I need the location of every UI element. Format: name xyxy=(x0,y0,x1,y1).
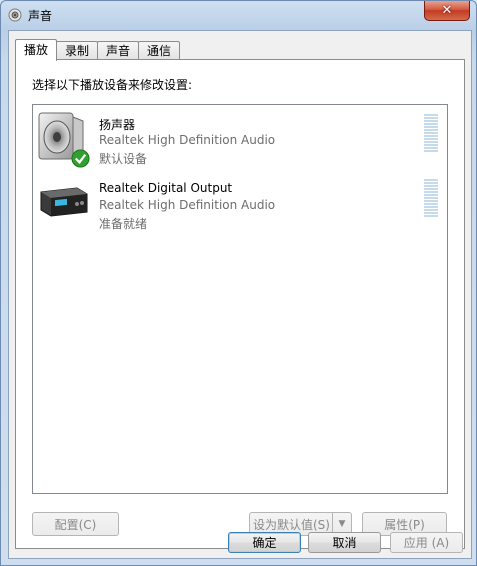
configure-button[interactable]: 配置(C) xyxy=(32,512,119,536)
tab-playback[interactable]: 播放 xyxy=(15,39,58,61)
window-title: 声音 xyxy=(28,9,53,23)
close-button[interactable]: ✕ xyxy=(424,1,470,21)
device-status: 默认设备 xyxy=(99,152,148,166)
sound-app-icon xyxy=(8,8,22,22)
volume-meter xyxy=(424,114,438,154)
sound-dialog: 声音 ✕ 播放 录制 声音 通信 选择以下播放设备来修改设置: 扬声器 Real… xyxy=(0,0,477,566)
device-list[interactable]: 扬声器 Realtek High Definition Audio 默认设备 R… xyxy=(32,104,448,494)
tab-strip: 播放 录制 声音 通信 xyxy=(15,38,181,61)
tab-communications[interactable]: 通信 xyxy=(138,41,181,60)
device-name: Realtek Digital Output xyxy=(99,181,233,195)
device-name: 扬声器 xyxy=(99,118,136,132)
device-item-digital-output[interactable]: Realtek Digital Output Realtek High Defi… xyxy=(33,174,447,238)
device-driver: Realtek High Definition Audio xyxy=(99,133,276,147)
cancel-button[interactable]: 取消 xyxy=(308,532,381,553)
default-checkmark-icon xyxy=(71,149,90,168)
set-default-label: 设为默认值(S) xyxy=(253,517,330,532)
device-item-speakers[interactable]: 扬声器 Realtek High Definition Audio 默认设备 xyxy=(33,109,447,173)
close-icon: ✕ xyxy=(441,3,453,18)
device-driver: Realtek High Definition Audio xyxy=(99,198,276,212)
instruction-label: 选择以下播放设备来修改设置: xyxy=(32,78,193,92)
ok-button[interactable]: 确定 xyxy=(228,532,301,553)
volume-meter xyxy=(424,179,438,219)
tab-sounds[interactable]: 声音 xyxy=(97,41,140,60)
apply-button[interactable]: 应用 (A) xyxy=(390,532,463,553)
dialog-body: 播放 录制 声音 通信 选择以下播放设备来修改设置: 扬声器 Realtek H… xyxy=(8,30,472,559)
tab-recording[interactable]: 录制 xyxy=(56,41,99,60)
title-bar[interactable]: 声音 ✕ xyxy=(1,1,476,29)
digital-output-icon xyxy=(40,187,88,217)
device-status: 准备就绪 xyxy=(99,217,148,231)
playback-panel: 选择以下播放设备来修改设置: 扬声器 Realtek High Definiti… xyxy=(15,59,465,549)
